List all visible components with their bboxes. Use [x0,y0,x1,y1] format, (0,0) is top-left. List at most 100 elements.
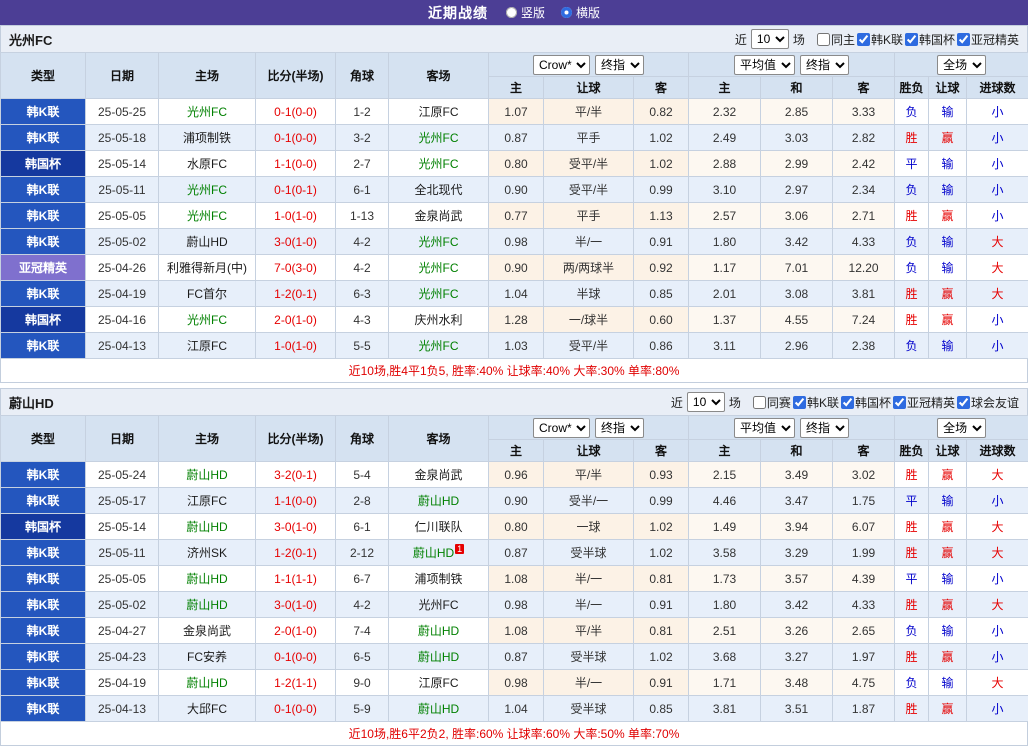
home-team-name[interactable]: 蔚山HD [186,598,227,612]
away-team-name[interactable]: 光州FC [419,131,459,145]
avg-source-select[interactable]: 平均值 [734,418,795,438]
home-team-name[interactable]: 江原FC [187,339,227,353]
avg-home-odds: 2.15 [689,462,761,488]
away-team-name[interactable]: 光州FC [419,598,459,612]
home-team-name[interactable]: 光州FC [187,313,227,327]
home-team-name[interactable]: 大邱FC [187,702,227,716]
odds-time-select[interactable]: 终指 [595,55,644,75]
home-team-name[interactable]: 光州FC [187,209,227,223]
away-team-name[interactable]: 江原FC [419,676,459,690]
match-score[interactable]: 0-1(0-1) [256,177,336,203]
match-score[interactable]: 3-0(1-0) [256,514,336,540]
odds-time-select[interactable]: 终指 [595,418,644,438]
avg-away-odds: 12.20 [833,255,895,281]
away-team-name[interactable]: 蔚山HD [418,702,459,716]
filter-option[interactable]: 韩K联 [857,31,903,48]
filter-option[interactable]: 球会友谊 [957,394,1019,411]
home-team-name[interactable]: 光州FC [187,105,227,119]
away-team-name[interactable]: 光州FC [419,235,459,249]
home-team-name[interactable]: 利雅得新月(中) [167,261,247,275]
home-team-cell: 金泉尚武 [159,618,256,644]
away-team-name[interactable]: 蔚山HD [418,494,459,508]
match-score[interactable]: 1-0(1-0) [256,203,336,229]
scope-select[interactable]: 全场 [937,55,986,75]
match-score[interactable]: 2-0(1-0) [256,618,336,644]
radio-vertical-layout[interactable]: 竖版 [506,4,545,21]
away-team-name[interactable]: 蔚山HD [418,650,459,664]
home-team-name[interactable]: 光州FC [187,183,227,197]
home-team-name[interactable]: 金泉尚武 [183,624,231,638]
match-score[interactable]: 2-0(1-0) [256,307,336,333]
away-team-name[interactable]: 浦项制铁 [414,572,462,586]
home-team-name[interactable]: 济州SK [187,546,227,560]
away-team-name[interactable]: 蔚山HD [418,624,459,638]
home-team-name[interactable]: 蔚山HD [186,676,227,690]
away-team-name[interactable]: 光州FC [419,261,459,275]
away-team-name[interactable]: 光州FC [419,287,459,301]
home-team-name[interactable]: 蔚山HD [186,572,227,586]
match-score[interactable]: 1-1(0-0) [256,151,336,177]
match-score[interactable]: 3-0(1-0) [256,229,336,255]
filter-option[interactable]: 韩K联 [793,394,839,411]
filter-checkbox[interactable] [817,33,830,46]
away-team-name[interactable]: 金泉尚武 [414,209,462,223]
result-goals: 大 [967,514,1028,540]
avg-source-select[interactable]: 平均值 [734,55,795,75]
home-team-name[interactable]: 蔚山HD [186,520,227,534]
odds-source-select[interactable]: Crow* [533,55,590,75]
match-score[interactable]: 1-1(1-1) [256,566,336,592]
home-odds: 1.04 [489,696,544,722]
away-team-name[interactable]: 全北现代 [414,183,462,197]
filter-checkbox[interactable] [841,396,854,409]
scope-select[interactable]: 全场 [937,418,986,438]
result-goals: 小 [967,333,1028,359]
match-score[interactable]: 1-2(0-1) [256,281,336,307]
away-team-name[interactable]: 江原FC [419,105,459,119]
filter-checkbox[interactable] [893,396,906,409]
filter-checkbox[interactable] [905,33,918,46]
odds-source-select[interactable]: Crow* [533,418,590,438]
home-team-name[interactable]: FC首尔 [187,287,227,301]
filter-checkbox[interactable] [793,396,806,409]
filter-option[interactable]: 亚冠精英 [957,31,1019,48]
away-team-name[interactable]: 光州FC [419,157,459,171]
home-team-name[interactable]: 蔚山HD [186,235,227,249]
filter-checkbox[interactable] [957,396,970,409]
away-team-name[interactable]: 庆州水利 [414,313,462,327]
match-score[interactable]: 1-1(0-0) [256,488,336,514]
match-score[interactable]: 0-1(0-0) [256,99,336,125]
filter-checkbox[interactable] [957,33,970,46]
radio-horizontal-layout[interactable]: 横版 [561,4,600,21]
match-score[interactable]: 1-0(1-0) [256,333,336,359]
match-score[interactable]: 7-0(3-0) [256,255,336,281]
home-team-name[interactable]: 蔚山HD [186,468,227,482]
corner-score: 2-8 [336,488,389,514]
filter-option[interactable]: 同主 [817,31,855,48]
away-team-name[interactable]: 金泉尚武 [414,468,462,482]
result-goals: 小 [967,618,1028,644]
match-count-select[interactable]: 10 [751,29,789,49]
filter-option[interactable]: 同赛 [753,394,791,411]
match-count-select[interactable]: 10 [687,392,725,412]
match-score[interactable]: 0-1(0-0) [256,696,336,722]
filter-checkbox[interactable] [753,396,766,409]
filter-option[interactable]: 亚冠精英 [893,394,955,411]
match-score[interactable]: 3-2(0-1) [256,462,336,488]
avg-time-select[interactable]: 终指 [800,55,849,75]
home-team-name[interactable]: 江原FC [187,494,227,508]
match-score[interactable]: 0-1(0-0) [256,125,336,151]
home-team-name[interactable]: 浦项制铁 [183,131,231,145]
away-team-name[interactable]: 光州FC [419,339,459,353]
match-score[interactable]: 3-0(1-0) [256,592,336,618]
match-score[interactable]: 0-1(0-0) [256,644,336,670]
avg-time-select[interactable]: 终指 [800,418,849,438]
filter-option[interactable]: 韩国杯 [905,31,955,48]
away-team-name[interactable]: 仁川联队 [414,520,462,534]
home-team-name[interactable]: FC安养 [187,650,227,664]
match-score[interactable]: 1-2(0-1) [256,540,336,566]
home-team-name[interactable]: 水原FC [187,157,227,171]
filter-checkbox[interactable] [857,33,870,46]
away-team-name[interactable]: 蔚山HD [413,546,454,560]
match-score[interactable]: 1-2(1-1) [256,670,336,696]
filter-option[interactable]: 韩国杯 [841,394,891,411]
